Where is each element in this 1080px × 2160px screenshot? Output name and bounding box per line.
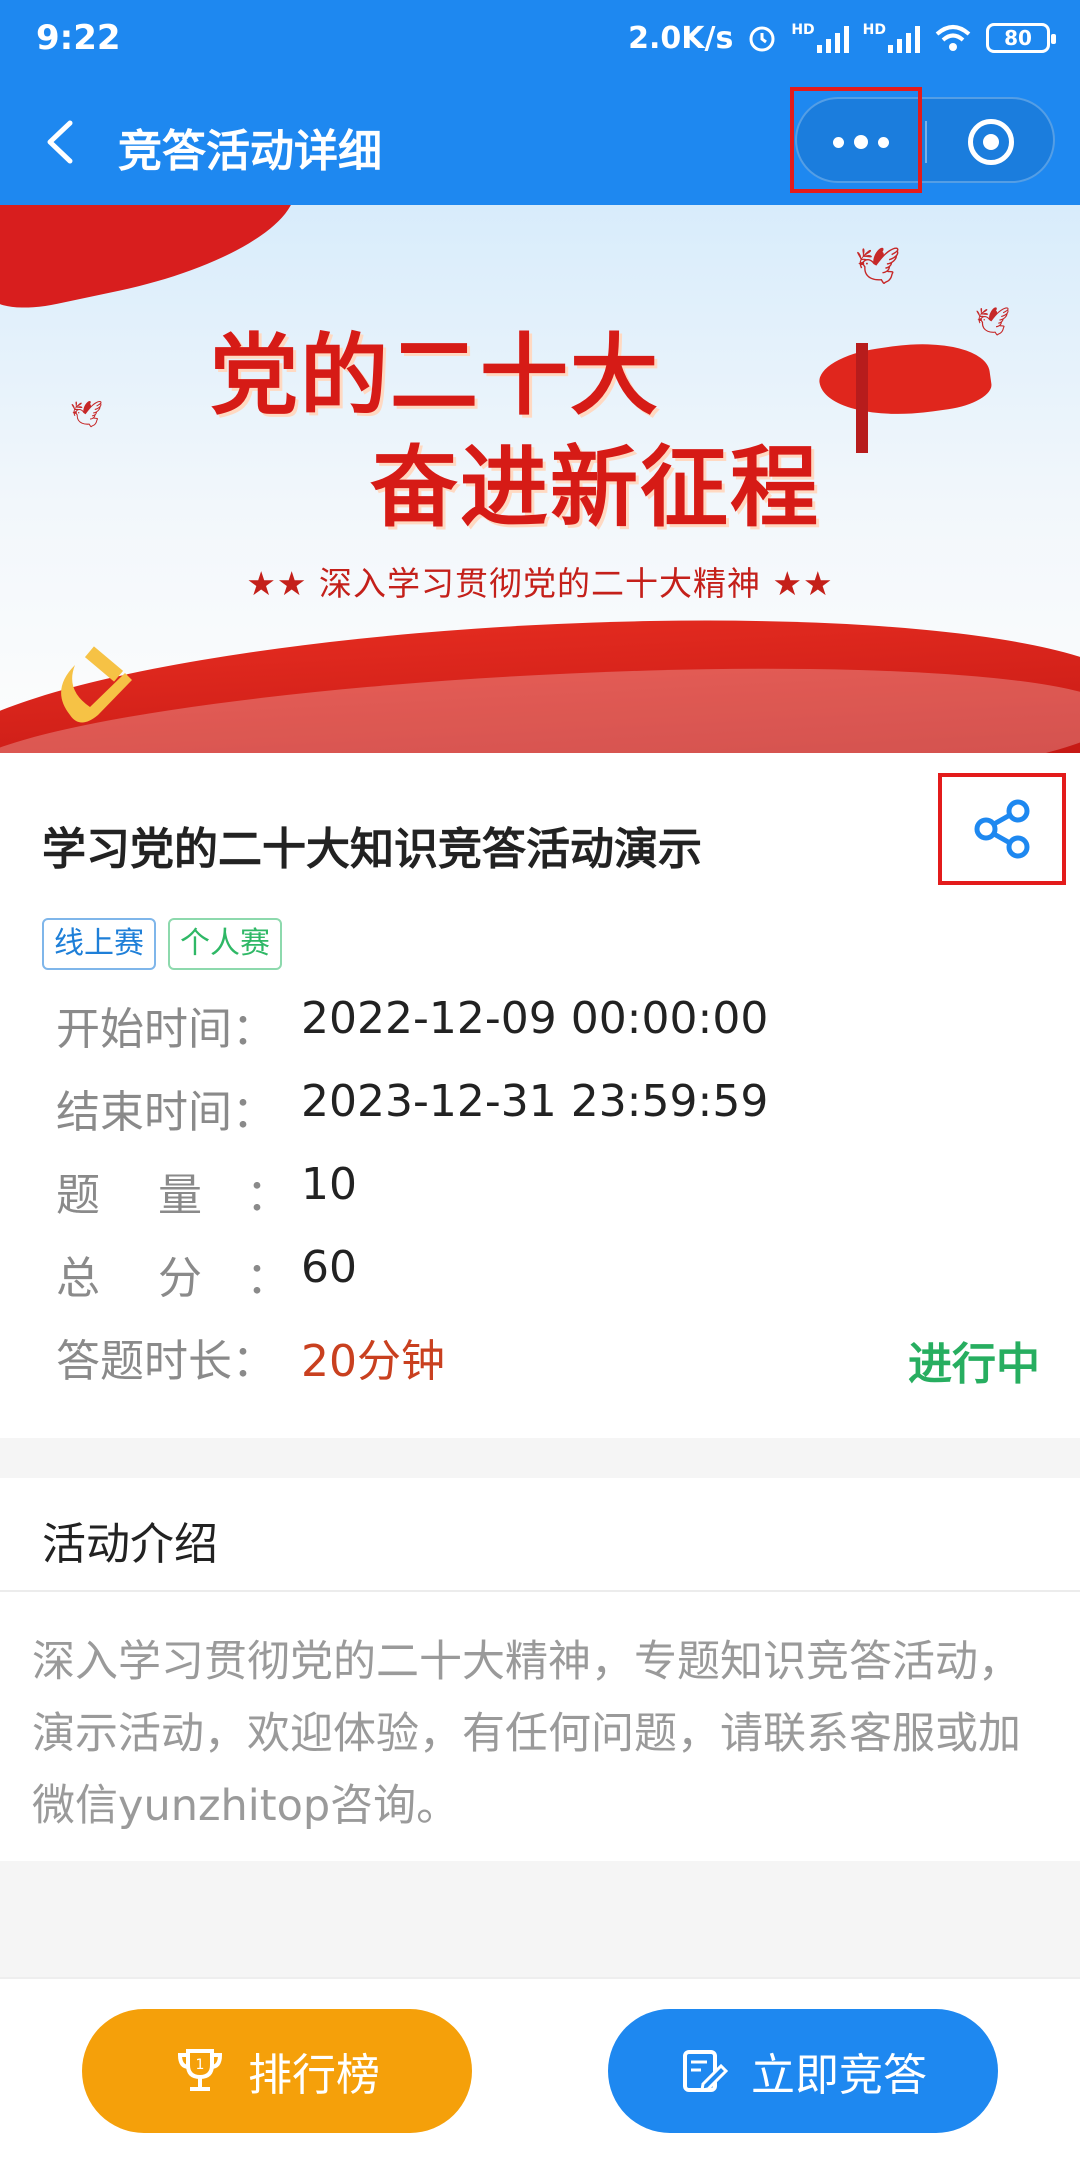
field-label: 结束时间：: [56, 1087, 276, 1138]
share-button[interactable]: [938, 773, 1066, 885]
field-value: 2023-12-31 23:59:59: [301, 1076, 769, 1127]
status-time: 9:22: [36, 18, 121, 58]
banner-subtitle: ★★ 深入学习贯彻党的二十大精神 ★★: [246, 564, 834, 603]
trophy-icon: 1: [177, 2049, 223, 2091]
field-start-time: 开始时间： 2022-12-09 00:00:00: [56, 993, 768, 1057]
banner-image: 🕊 🕊 🕊 党的二十大 奋进新征程 ★★ 深入学习贯彻党的二十大精神 ★★: [0, 205, 1080, 753]
alarm-icon: [749, 26, 775, 52]
field-label: 开始时间：: [56, 1004, 276, 1055]
signal-icon-1: HD: [791, 23, 849, 53]
bottom-action-bar: 1 排行榜 立即竞答: [0, 1977, 1080, 2160]
field-total-score: 总 分 ： 60: [56, 1242, 357, 1306]
activity-info-card: 学习党的二十大知识竞答活动演示 线上赛 个人赛 开始时间： 2022-12-09…: [0, 753, 1080, 1438]
field-value: 10: [301, 1159, 357, 1210]
field-duration: 答题时长： 20分钟: [56, 1325, 445, 1389]
dove-icon: 🕊: [855, 246, 901, 287]
activity-intro-section: 活动介绍 深入学习贯彻党的二十大精神，专题知识竞答活动，演示活动，欢迎体验，有任…: [0, 1478, 1080, 1861]
status-badge: 进行中: [908, 1339, 1040, 1390]
page-title: 竞答活动详细: [118, 126, 382, 177]
banner-title-line2: 奋进新征程: [370, 436, 821, 539]
field-end-time: 结束时间： 2023-12-31 23:59:59: [56, 1076, 768, 1140]
red-flag-decoration-right: [815, 333, 995, 427]
leaderboard-button[interactable]: 1 排行榜: [82, 2009, 472, 2133]
target-icon: [968, 119, 1014, 165]
monument-decoration: [856, 343, 868, 453]
field-value: 60: [301, 1242, 357, 1293]
nav-bar: 竞答活动详细: [0, 87, 1080, 193]
divider: [0, 1590, 1080, 1592]
intro-heading: 活动介绍: [42, 1519, 218, 1570]
banner-title-line1: 党的二十大: [210, 324, 661, 427]
field-label: 总 分 ：: [56, 1253, 290, 1304]
field-value: 20分钟: [301, 1336, 445, 1387]
start-quiz-label: 立即竞答: [751, 2050, 927, 2101]
wifi-icon: [935, 25, 971, 51]
intro-text: 深入学习贯彻党的二十大精神，专题知识竞答活动，演示活动，欢迎体验，有任何问题，请…: [32, 1637, 1021, 1831]
dove-icon: 🕊: [70, 400, 104, 430]
status-indicators: 2.0K/s HD HD 80: [628, 14, 1056, 62]
edit-note-icon: [683, 2050, 729, 2092]
field-label: 答题时长：: [56, 1336, 276, 1387]
activity-tags: 线上赛 个人赛: [42, 918, 282, 970]
close-mini-program-button[interactable]: [927, 99, 1055, 185]
status-bar: 9:22 2.0K/s HD HD 80: [0, 0, 1080, 78]
hammer-sickle-icon: [61, 646, 132, 723]
tag-individual: 个人赛: [168, 918, 282, 970]
leaderboard-label: 排行榜: [248, 2050, 380, 2101]
field-value: 2022-12-09 00:00:00: [301, 993, 769, 1044]
tag-online: 线上赛: [42, 918, 156, 970]
start-quiz-button[interactable]: 立即竞答: [608, 2009, 998, 2133]
field-question-count: 题 量 ： 10: [56, 1159, 357, 1223]
field-label: 题 量 ：: [56, 1170, 290, 1221]
activity-title: 学习党的二十大知识竞答活动演示: [42, 824, 702, 875]
network-speed: 2.0K/s: [628, 20, 734, 56]
more-menu-highlight: [790, 87, 922, 193]
header: 9:22 2.0K/s HD HD 80 竞答活动详细: [0, 0, 1080, 205]
red-flag-decoration: [0, 205, 308, 318]
signal-icon-2: HD: [863, 23, 920, 53]
share-icon: [974, 799, 1030, 859]
back-icon[interactable]: [40, 117, 80, 167]
battery-icon: 80: [986, 23, 1056, 53]
svg-text:1: 1: [196, 2057, 205, 2073]
dove-icon: 🕊: [975, 305, 1011, 338]
